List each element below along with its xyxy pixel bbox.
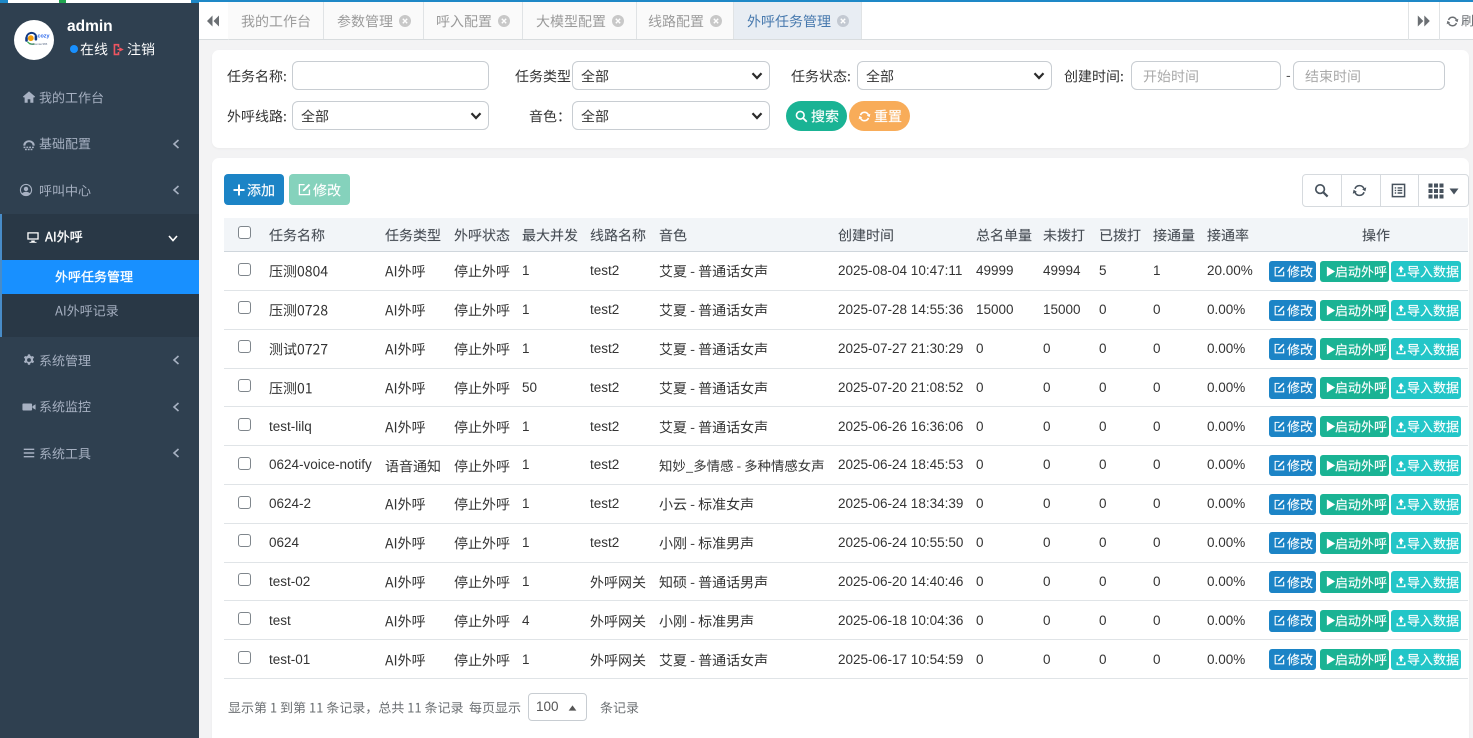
svg-text:cozy: cozy [38, 34, 50, 40]
svg-text:callcenter365: callcenter365 [30, 42, 48, 46]
